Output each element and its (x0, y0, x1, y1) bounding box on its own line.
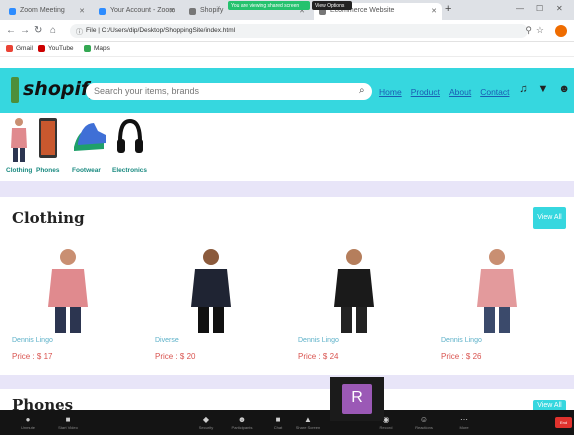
shirt-icon (11, 118, 27, 162)
more-button[interactable]: ⋯ More (444, 415, 484, 430)
star-icon[interactable]: ☆ (536, 25, 544, 36)
nav-icons: ♫ ▼ ☻ (519, 83, 570, 95)
product-image (477, 249, 517, 333)
shopping-bag-icon (11, 77, 19, 103)
phone-icon (39, 118, 57, 158)
share-screen-button[interactable]: ▲ Share Screen (288, 415, 328, 430)
tab-zoom-account[interactable]: Your Account - Zoom ✕ (94, 3, 180, 20)
tab-strip: Zoom Meeting ✕ Your Account - Zoom ✕ Sho… (0, 0, 574, 20)
chat-icon: ■ (275, 415, 281, 424)
participant-avatar: R (342, 384, 372, 414)
microphone-icon: ● (25, 415, 31, 424)
close-tab-icon[interactable]: ✕ (169, 7, 175, 15)
product-price: Price : $ 17 (12, 352, 53, 361)
forward-icon[interactable]: → (20, 25, 30, 36)
maps-icon (84, 45, 91, 52)
end-meeting-button[interactable]: End (555, 417, 572, 428)
close-tab-icon[interactable]: ✕ (431, 7, 437, 15)
camera-icon: ■ (65, 415, 71, 424)
info-icon[interactable]: ⓘ (76, 27, 83, 37)
web-page: shopify Search your items, brands ⌕ Home… (0, 57, 574, 410)
new-tab-button[interactable]: + (445, 3, 451, 15)
maximize-icon[interactable]: ☐ (536, 4, 543, 13)
shoe-icon (74, 123, 106, 151)
product-name: Dennis Lingo (298, 337, 339, 344)
gmail-icon (6, 45, 13, 52)
bookmarks-bar: Gmail YouTube Maps (0, 42, 574, 57)
zoom-icon (99, 8, 106, 15)
user-icon[interactable]: ☻ (558, 83, 570, 95)
youtube-icon (38, 45, 45, 52)
product-card[interactable]: Dennis Lingo Price : $ 26 (429, 235, 565, 375)
participants-button[interactable]: ☻ Participants (222, 415, 262, 430)
search-input[interactable]: Search your items, brands (86, 83, 372, 100)
cart-icon[interactable]: ▼ (538, 83, 549, 95)
product-image (48, 249, 88, 333)
nav-link-home[interactable]: Home (379, 87, 402, 97)
shield-icon: ◆ (202, 415, 210, 424)
home-icon[interactable]: ⌂ (50, 25, 56, 36)
view-all-phones-button[interactable]: View All (533, 400, 566, 410)
participant-video-panel[interactable]: R (330, 377, 384, 421)
section-divider (0, 375, 574, 389)
zoom-icon (9, 8, 16, 15)
product-grid: Dennis Lingo Price : $ 17 Diverse Price … (0, 235, 574, 375)
product-image (334, 249, 374, 333)
back-icon[interactable]: ← (6, 25, 16, 36)
video-button[interactable]: ■ Start Video (48, 415, 88, 430)
minimize-icon[interactable]: — (516, 4, 524, 13)
product-name: Dennis Lingo (441, 337, 482, 344)
product-price: Price : $ 26 (441, 352, 482, 361)
product-card[interactable]: Diverse Price : $ 20 (143, 235, 279, 375)
reload-icon[interactable]: ↻ (34, 25, 42, 36)
close-tab-icon[interactable]: ✕ (79, 7, 85, 15)
share-screen-icon: ▲ (304, 415, 312, 424)
site-header: shopify Search your items, brands ⌕ Home… (0, 68, 574, 113)
address-bar[interactable]: ⓘ File | C:/Users/dip/Desktop/ShoppingSi… (70, 24, 528, 38)
bell-icon[interactable]: ♫ (519, 83, 527, 95)
view-options-button[interactable]: View Options (312, 1, 352, 10)
security-button[interactable]: ◆ Security (186, 415, 226, 430)
reactions-button[interactable]: ☺ Reactions (404, 415, 444, 430)
address-toolbar: ← → ↻ ⌂ ⓘ File | C:/Users/dip/Desktop/Sh… (0, 20, 574, 42)
nav-link-product[interactable]: Product (411, 87, 440, 97)
product-image (191, 249, 231, 333)
zoom-meeting-toolbar: ● Unmute ■ Start Video ◆ Security ☻ Part… (0, 410, 574, 435)
nav-link-contact[interactable]: Contact (480, 87, 509, 97)
nav-links: Home Product About Contact (379, 87, 510, 97)
profile-avatar[interactable] (555, 25, 567, 37)
participants-icon: ☻ (237, 415, 247, 424)
screen-share-banner: You are viewing shared screen (228, 1, 310, 10)
product-card[interactable]: Dennis Lingo Price : $ 17 (0, 235, 136, 375)
product-name: Dennis Lingo (12, 337, 53, 344)
file-icon (189, 8, 196, 15)
view-all-clothing-button[interactable]: View All (533, 207, 566, 229)
extensions-icon[interactable]: ⚲ (525, 25, 532, 36)
search-icon[interactable]: ⌕ (359, 85, 365, 96)
bookmark-youtube[interactable]: YouTube (38, 45, 74, 52)
product-price: Price : $ 20 (155, 352, 196, 361)
nav-link-about[interactable]: About (449, 87, 471, 97)
bookmark-maps[interactable]: Maps (84, 45, 110, 52)
reactions-icon: ☺ (419, 415, 429, 424)
product-price: Price : $ 24 (298, 352, 339, 361)
tab-zoom-meeting[interactable]: Zoom Meeting ✕ (4, 3, 90, 20)
more-icon: ⋯ (460, 415, 468, 424)
category-strip: Clothing Phones Footwear Electronics (0, 117, 220, 179)
headphones-icon (117, 118, 143, 153)
browser-window: Zoom Meeting ✕ Your Account - Zoom ✕ Sho… (0, 0, 574, 435)
section-title-clothing: Clothing (12, 209, 85, 227)
close-window-icon[interactable]: ✕ (556, 4, 563, 13)
section-divider (0, 181, 574, 197)
product-card[interactable]: Dennis Lingo Price : $ 24 (286, 235, 422, 375)
bookmark-gmail[interactable]: Gmail (6, 45, 33, 52)
mute-button[interactable]: ● Unmute (8, 415, 48, 430)
section-title-phones: Phones (12, 396, 74, 410)
product-name: Diverse (155, 337, 179, 344)
